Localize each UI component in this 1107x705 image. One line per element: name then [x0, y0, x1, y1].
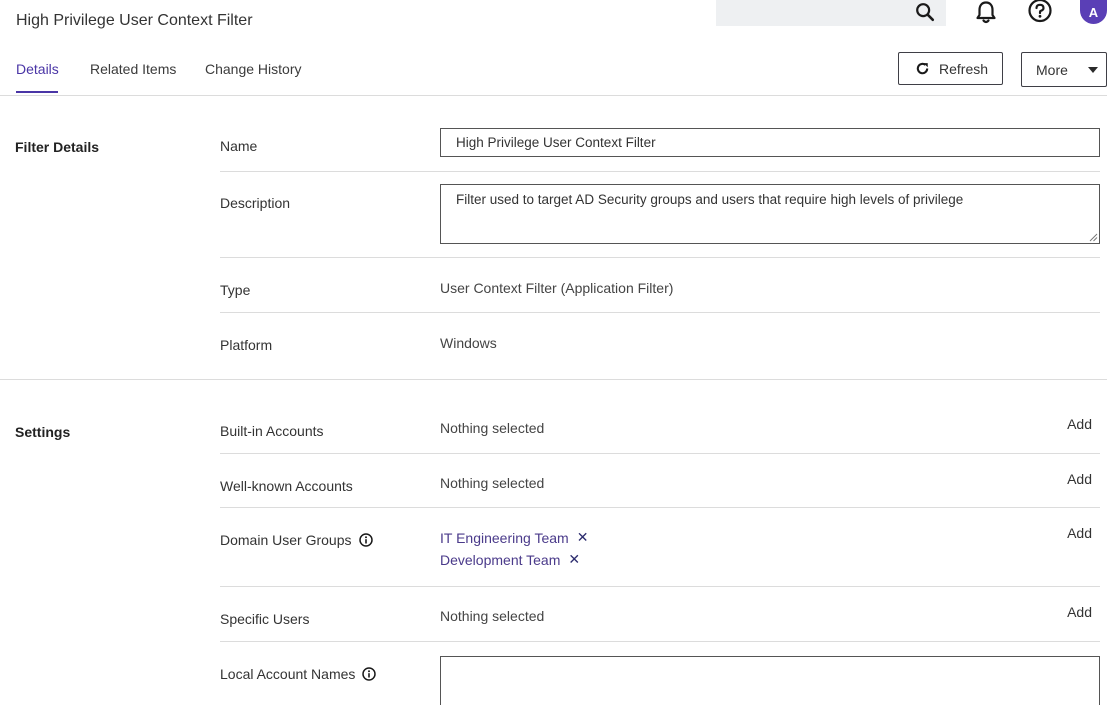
builtin-accounts-label: Built-in Accounts — [220, 423, 324, 439]
row-divider — [220, 586, 1100, 587]
section-title-settings: Settings — [15, 424, 71, 440]
name-label: Name — [220, 138, 258, 154]
row-divider — [220, 171, 1100, 172]
more-label: More — [1036, 61, 1068, 78]
bell-icon[interactable] — [973, 0, 999, 24]
domain-group-tag-label: Development Team — [440, 551, 561, 568]
row-divider — [220, 507, 1100, 508]
wellknown-accounts-value: Nothing selected — [440, 475, 545, 491]
avatar[interactable]: A — [1080, 0, 1107, 24]
caret-down-icon — [1087, 66, 1098, 73]
tab-details[interactable]: Details — [16, 61, 59, 77]
resize-grip-icon[interactable] — [1089, 233, 1098, 242]
add-builtin-accounts-link[interactable]: Add — [1067, 416, 1092, 432]
row-divider — [220, 641, 1100, 642]
specific-users-label: Specific Users — [220, 611, 310, 627]
search-input[interactable] — [716, 0, 946, 26]
refresh-button[interactable]: Refresh — [898, 52, 1003, 85]
more-button[interactable]: More — [1021, 52, 1107, 87]
refresh-icon — [916, 62, 929, 75]
domain-group-tag: Development Team ✕ — [440, 551, 580, 568]
section-title-filter-details: Filter Details — [15, 139, 100, 155]
row-divider — [220, 453, 1100, 454]
name-field[interactable]: High Privilege User Context Filter — [440, 128, 1100, 157]
specific-users-value: Nothing selected — [440, 608, 545, 624]
row-divider — [220, 312, 1100, 313]
help-icon[interactable] — [1027, 0, 1053, 24]
row-divider — [220, 257, 1100, 258]
page-title: High Privilege User Context Filter — [16, 12, 253, 29]
local-account-names-label-text: Local Account Names — [220, 666, 356, 682]
wellknown-accounts-label: Well-known Accounts — [220, 478, 353, 494]
local-account-names-label: Local Account Names — [220, 666, 377, 682]
type-label: Type — [220, 282, 251, 298]
description-label: Description — [220, 195, 291, 211]
active-tab-indicator — [16, 91, 58, 93]
platform-value: Windows — [440, 335, 497, 351]
section-divider — [0, 379, 1107, 380]
domain-user-groups-label-text: Domain User Groups — [220, 532, 352, 548]
info-icon[interactable] — [362, 667, 377, 681]
refresh-label: Refresh — [939, 60, 989, 77]
description-field[interactable]: Filter used to target AD Security groups… — [440, 184, 1100, 244]
local-account-names-field[interactable] — [440, 656, 1100, 705]
domain-user-groups-label: Domain User Groups — [220, 532, 373, 548]
tab-related-items[interactable]: Related Items — [90, 61, 176, 77]
description-text: Filter used to target AD Security groups… — [456, 192, 964, 207]
add-wellknown-accounts-link[interactable]: Add — [1067, 471, 1092, 487]
platform-label: Platform — [220, 337, 273, 353]
domain-group-tag: IT Engineering Team ✕ — [440, 529, 588, 546]
domain-group-tag-label: IT Engineering Team — [440, 529, 569, 546]
builtin-accounts-value: Nothing selected — [440, 420, 545, 436]
header-divider — [0, 95, 1107, 96]
search-icon[interactable] — [914, 1, 936, 23]
add-domain-user-groups-link[interactable]: Add — [1067, 525, 1092, 541]
remove-tag-icon[interactable]: ✕ — [568, 551, 580, 568]
info-icon[interactable] — [358, 533, 373, 547]
remove-tag-icon[interactable]: ✕ — [577, 529, 589, 546]
add-specific-users-link[interactable]: Add — [1067, 604, 1092, 620]
type-value: User Context Filter (Application Filter) — [440, 280, 674, 296]
tab-change-history[interactable]: Change History — [205, 61, 302, 77]
